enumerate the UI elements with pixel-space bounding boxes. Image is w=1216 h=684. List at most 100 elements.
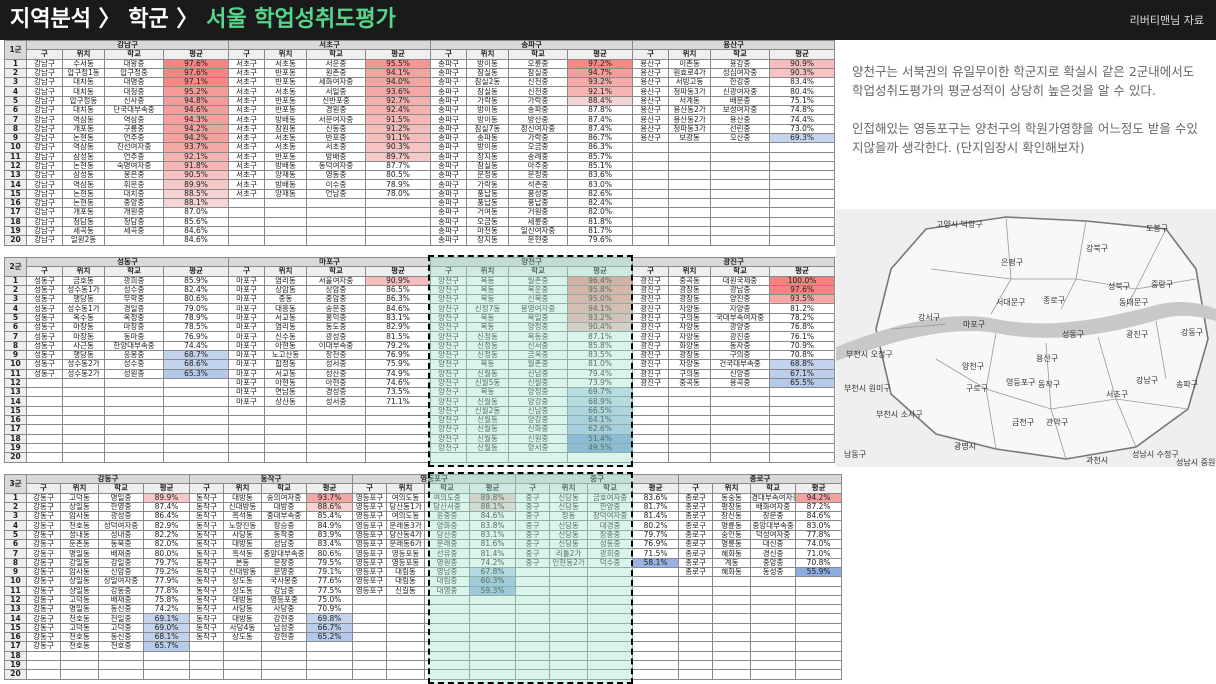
average-cell: 91.8% xyxy=(162,160,230,172)
column-header: 평균 xyxy=(306,483,354,494)
table-cell: 강남구 xyxy=(26,198,63,209)
table-cell xyxy=(62,387,105,398)
row-number: 17 xyxy=(4,641,27,652)
row-number: 13 xyxy=(4,604,27,615)
map-label: 구로구 xyxy=(966,384,989,393)
table-cell: 동숭동 xyxy=(712,492,752,503)
table-cell: 반포동 xyxy=(264,95,308,107)
table-cell xyxy=(306,442,367,454)
table-cell xyxy=(26,405,63,417)
column-header: 학교 xyxy=(104,49,164,60)
average-cell: 94.2% xyxy=(162,123,230,134)
table-cell: 성동구 xyxy=(26,322,63,333)
table-cell: 풍납동 xyxy=(466,188,510,200)
table-cell xyxy=(587,622,634,634)
district-header: 용산구 xyxy=(632,39,836,51)
table-row: 12 강남구 논현동 숙명여자중 91.8% 서초구 방배동 동덕여자중 87.7% 송파구 잠실동… xyxy=(4,160,836,172)
column-header: 구 xyxy=(26,483,61,494)
table-cell: 영등포구 xyxy=(352,520,388,531)
table-cell: 덕수중 xyxy=(587,557,634,568)
map-label: 성동구 xyxy=(1062,330,1085,339)
table-cell: 잠실7동 xyxy=(466,123,510,134)
average-cell xyxy=(469,622,517,634)
table-cell: 강남구 xyxy=(26,67,63,79)
table-cell: 중구 xyxy=(515,511,551,522)
average-cell xyxy=(632,669,680,680)
table-cell xyxy=(104,442,164,454)
table-cell: 광희중 xyxy=(104,275,164,286)
table-cell xyxy=(228,207,266,218)
seoul-district-map: 고양시 덕양구 강북구 은평구 도봉구 성북구 중랑구 서대문구 종로구 동대문구 마포구 강서구 성… xyxy=(836,209,1216,467)
average-cell: 74.2% xyxy=(142,604,191,615)
table-cell: 송파구 xyxy=(430,151,468,162)
average-cell xyxy=(795,613,843,624)
table-cell: 종로구 xyxy=(678,566,714,578)
average-cell: 94.3% xyxy=(162,114,230,125)
average-cell: 89.9% xyxy=(162,179,230,190)
table-cell xyxy=(264,452,308,463)
table-cell: 광성중 xyxy=(98,511,144,522)
average-cell: 94.0% xyxy=(365,77,432,88)
table-cell: 구의중 xyxy=(710,349,771,361)
table-cell xyxy=(632,170,670,181)
table-cell: 동작구 xyxy=(189,594,225,606)
column-header: 위치 xyxy=(466,49,510,60)
average-cell xyxy=(365,433,432,444)
table-row: 5 강남구 압구정동 신사중 94.8% 서초구 반포동 신반포중 92.7% 송파구 가락동 가락중… xyxy=(4,95,836,107)
table-cell: 여의도동 xyxy=(386,511,426,522)
table-row: 8 강남구 개포동 구룡중 94.2% 서초구 잠원동 신동중 91.2% 송파구 잠실7동 정신여자… xyxy=(4,123,836,134)
table-cell: 송파구 xyxy=(430,179,468,190)
average-cell xyxy=(469,632,517,643)
table-cell: 목동 xyxy=(466,387,510,398)
district-header: 송파구 xyxy=(430,39,634,51)
table-cell: 목일중 xyxy=(508,312,569,324)
table-cell: 성동구 xyxy=(26,349,63,361)
average-cell: 79.1% xyxy=(306,566,354,578)
table-cell xyxy=(632,387,670,398)
district-header: 영등포구 xyxy=(352,473,517,485)
table-cell: 영원중 xyxy=(424,557,471,568)
average-cell xyxy=(795,576,843,587)
group-3-block: 3군 강동구 동작구 영등포구 중구 종로구 구 위치 학교 평균 구 위치 학교 평균 구 위치 학교 평균 구 위… xyxy=(4,473,843,680)
average-cell: 71.5% xyxy=(632,548,680,559)
map-label: 강동구 xyxy=(1181,328,1204,337)
table-row: 3 성동구 행당동 무학중 80.6% 마포구 중동 중암중 86.3% 양천구 목동 신목중 95.0… xyxy=(4,294,836,305)
table-cell: 강동중 xyxy=(98,585,144,596)
table-cell: 양천구 xyxy=(430,349,468,361)
column-header: 구 xyxy=(26,49,63,60)
table-cell: 송파구 xyxy=(430,123,468,134)
average-cell: 90.3% xyxy=(365,142,432,153)
average-cell: 79.0% xyxy=(162,303,230,314)
table-cell: 세곡중 xyxy=(104,225,164,237)
average-cell: 93.7% xyxy=(162,142,230,153)
table-cell: 대방동 xyxy=(223,539,263,550)
average-cell: 76.1% xyxy=(769,331,836,342)
table-cell: 월촌중 xyxy=(508,359,569,370)
table-cell: 신암중 xyxy=(98,566,144,578)
table-cell: 송파구 xyxy=(430,235,468,246)
table-row: 7 강동구 명일동 배재중 80.0% 동작구 흑석동 중앙대부속중 80.6% 영등포구 영등포동… xyxy=(4,548,843,559)
table-row: 6 강동구 둔촌동 동북중 82.0% 동작구 대방동 성남중 83.4% 영등포구 문래동6가 문래… xyxy=(4,539,843,550)
table-cell xyxy=(352,622,388,634)
table-cell: 신광여자중 xyxy=(710,86,771,97)
table-cell: 송파구 xyxy=(430,170,468,181)
table-cell xyxy=(587,659,634,671)
column-header: 구 xyxy=(189,483,225,494)
table-cell: 성동구 xyxy=(26,312,63,324)
table-cell: 방이동 xyxy=(466,105,510,116)
average-cell: 81.4% xyxy=(469,548,517,559)
average-cell: 68.9% xyxy=(567,396,634,407)
table-cell: 대방동 xyxy=(223,613,263,624)
average-cell xyxy=(795,622,843,634)
table-cell: 광진중 xyxy=(710,331,771,342)
average-cell: 97.6% xyxy=(769,284,836,296)
table-cell xyxy=(386,604,426,615)
average-cell: 83.8% xyxy=(469,520,517,531)
table-cell: 아현중 xyxy=(306,377,367,389)
table-cell xyxy=(750,632,797,643)
average-cell xyxy=(795,650,843,661)
average-cell: 82.6% xyxy=(567,188,634,200)
column-header: 위치 xyxy=(549,483,589,494)
table-cell: 영동중 xyxy=(306,170,367,181)
table-row: 4 성동구 성수동1가 경일중 79.0% 마포구 대흥동 숭문중 84.6% 양천구 신정7동 봉영… xyxy=(4,303,836,314)
